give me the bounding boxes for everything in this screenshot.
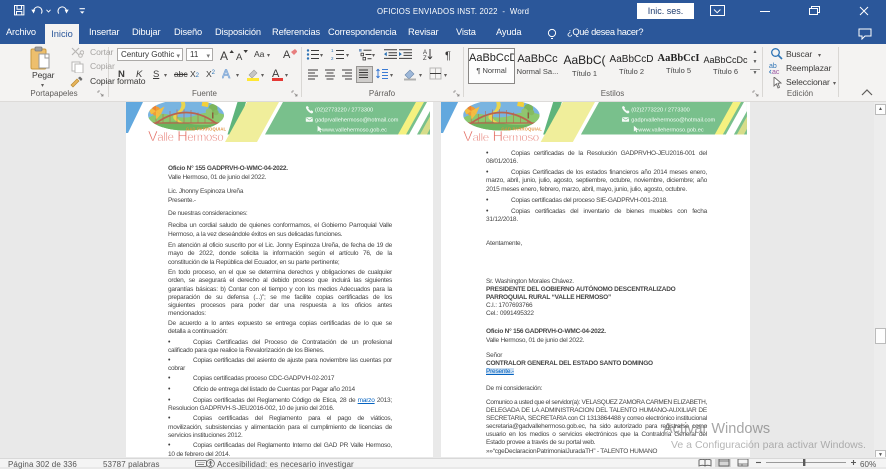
svg-text:Z: Z: [423, 56, 427, 61]
svg-text:A: A: [220, 49, 228, 62]
svg-text:A: A: [283, 49, 291, 61]
svg-text:¶: ¶: [445, 50, 451, 61]
svg-text:ac: ac: [772, 69, 780, 75]
svg-text:A: A: [222, 67, 230, 80]
svg-text:2: 2: [331, 56, 334, 61]
svg-text:1: 1: [331, 48, 334, 53]
svg-text:A: A: [236, 52, 243, 62]
